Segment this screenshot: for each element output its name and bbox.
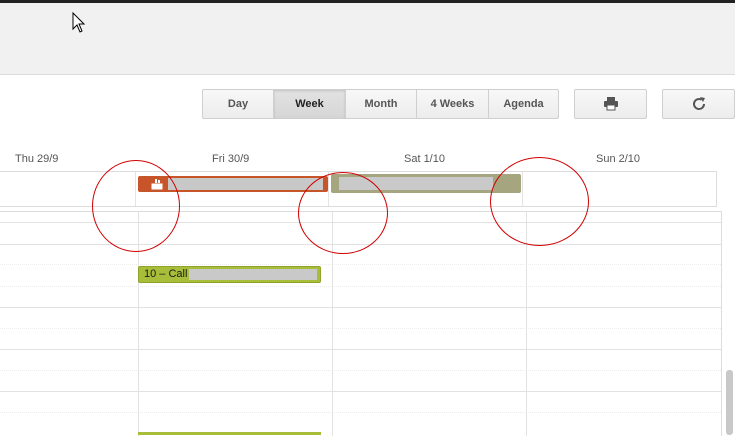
- event-title-redacted: [168, 178, 323, 190]
- hour-line: [0, 349, 721, 350]
- refresh-button[interactable]: [662, 89, 735, 119]
- event-title-redacted: [189, 269, 317, 280]
- agenda-view-button[interactable]: Agenda: [489, 90, 558, 118]
- call-event-fri[interactable]: 10 – Call: [138, 266, 321, 283]
- view-switcher: Day Week Month 4 Weeks Agenda: [202, 89, 559, 119]
- day-header-fri: Fri 30/9: [212, 153, 250, 165]
- half-hour-line: [0, 412, 721, 413]
- four-weeks-view-button[interactable]: 4 Weeks: [417, 90, 489, 118]
- call-event-label: 10 – Call: [144, 268, 188, 280]
- vertical-scrollbar[interactable]: [726, 370, 733, 435]
- day-header-sun: Sun 2/10: [596, 153, 641, 165]
- day-header-thu: Thu 29/9: [15, 153, 59, 165]
- refresh-icon: [692, 97, 705, 110]
- hour-line: [0, 391, 721, 392]
- half-hour-line: [0, 370, 721, 371]
- hour-line: [0, 307, 721, 308]
- annotation-circle: [92, 160, 180, 252]
- print-button[interactable]: [574, 89, 647, 119]
- day-header-sat: Sat 1/10: [404, 153, 445, 165]
- month-view-button[interactable]: Month: [346, 90, 417, 118]
- print-icon: [603, 97, 618, 111]
- annotation-circle: [490, 157, 589, 246]
- day-view-button[interactable]: Day: [203, 90, 274, 118]
- half-hour-line: [0, 286, 721, 287]
- half-hour-line: [0, 264, 721, 265]
- half-hour-line: [0, 328, 721, 329]
- annotation-circle: [298, 172, 388, 254]
- header-area: [0, 3, 735, 75]
- mouse-cursor-icon: [72, 12, 86, 33]
- week-view-button[interactable]: Week: [274, 90, 346, 118]
- day-column-divider: [526, 212, 527, 436]
